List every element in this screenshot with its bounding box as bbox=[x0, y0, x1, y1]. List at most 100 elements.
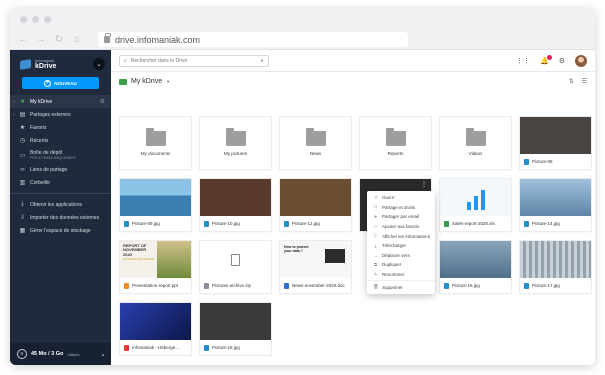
notification-badge bbox=[546, 54, 552, 60]
ppt-thumb-image bbox=[157, 241, 191, 278]
file-tile[interactable]: REPORT OF NOVEMBER 2020 ECONOMIC AND FIN… bbox=[120, 241, 191, 293]
sort-icon[interactable]: ⇅ bbox=[569, 78, 574, 85]
storage-indicator[interactable]: ≡ 45 Mo / 3 Go utilisés ▲ bbox=[10, 343, 111, 365]
new-button[interactable]: + NOUVEAU bbox=[22, 77, 99, 89]
folder-tile[interactable]: My documents bbox=[120, 117, 191, 169]
folder-tile[interactable]: Videos bbox=[440, 117, 511, 169]
chevron-right-icon[interactable]: › bbox=[13, 99, 15, 105]
zip-icon bbox=[231, 253, 240, 266]
forward-icon[interactable]: → bbox=[36, 34, 46, 45]
sidebar-item-get-apps[interactable]: ⤓ Obtenir les applications bbox=[10, 198, 111, 211]
breadcrumb[interactable]: My kDrive ▼ bbox=[119, 78, 170, 85]
sidebar-item-trash[interactable]: ▥ Corbeille bbox=[10, 176, 111, 189]
chart-bar-icon bbox=[473, 196, 478, 210]
folder-name: News bbox=[309, 150, 322, 156]
file-tile[interactable]: Picture-12.jpg bbox=[280, 179, 351, 231]
file-tile[interactable]: Pictures archive.zip bbox=[200, 241, 271, 293]
window-minimize-dot[interactable] bbox=[32, 15, 39, 23]
file-tile[interactable]: Picture-16.jpg bbox=[440, 241, 511, 293]
open-icon: ↗ bbox=[373, 194, 378, 200]
chevron-down-icon[interactable]: ▼ bbox=[260, 58, 264, 63]
file-name: Picture-10.jpg bbox=[212, 221, 240, 226]
menu-item-rename[interactable]: ✎ Renommer bbox=[367, 270, 435, 280]
window-maximize-dot[interactable] bbox=[44, 15, 51, 23]
presentation-file-icon bbox=[124, 282, 129, 289]
menu-item-duplicate[interactable]: ⧉ Dupliquer bbox=[367, 260, 435, 270]
apps-grid-icon[interactable]: ⋮⋮ bbox=[516, 57, 530, 65]
menu-item-add-favorites[interactable]: ☆ Ajouter aux favoris bbox=[367, 222, 435, 232]
plus-icon: + bbox=[44, 79, 52, 87]
search-icon: ⌕ bbox=[124, 57, 127, 64]
menu-item-share-email[interactable]: ➤ Partager par email bbox=[367, 212, 435, 222]
sidebar-item-dropbox[interactable]: ▭ Boîte de dépôt PRO & TEAM UNIQUEMENT bbox=[10, 147, 111, 163]
menu-item-label: Ajouter aux favoris bbox=[382, 224, 420, 230]
search-input[interactable]: ⌕ Rechercher dans le Drive ▼ bbox=[119, 54, 269, 67]
file-tile[interactable]: Picture-14.jpg bbox=[520, 179, 591, 231]
chevron-right-icon[interactable]: › bbox=[13, 112, 15, 118]
download-icon: ⤓ bbox=[21, 201, 24, 207]
share-icon: ⚇ bbox=[373, 204, 378, 210]
link-icon: ∞ bbox=[20, 166, 25, 173]
file-tile[interactable]: Sales-report-2020.xls bbox=[440, 179, 511, 231]
sidebar-item-my-kdrive[interactable]: › ■ My kDrive ⚙ bbox=[10, 95, 111, 108]
sidebar-item-favorites[interactable]: ★ Favoris bbox=[10, 121, 111, 134]
gear-icon[interactable]: ⚙ bbox=[100, 98, 105, 105]
new-button-label: NOUVEAU bbox=[54, 80, 77, 86]
sidebar-item-external-shares[interactable]: › ▤ Partages externes bbox=[10, 108, 111, 121]
avatar[interactable] bbox=[575, 54, 587, 67]
file-name: Picture-08 bbox=[532, 159, 553, 164]
file-name: Picture-09.jpg bbox=[132, 221, 160, 226]
file-tile[interactable]: How to protect your data ? News-november… bbox=[280, 241, 351, 293]
document-file-icon bbox=[284, 282, 289, 289]
file-name: Pictures archive.zip bbox=[212, 283, 252, 288]
chart-bar-icon bbox=[466, 202, 471, 210]
sidebar-item-import[interactable]: ⇩ Importer des données externes bbox=[10, 211, 111, 224]
folder-tile[interactable]: News bbox=[280, 117, 351, 169]
sidebar-item-label: Obtenir les applications bbox=[30, 201, 82, 208]
menu-item-move[interactable]: → Déplacer vers bbox=[367, 251, 435, 261]
back-icon[interactable]: ← bbox=[18, 34, 28, 45]
more-options-icon[interactable]: ⋮ bbox=[421, 181, 427, 188]
folder-tile[interactable]: Reports bbox=[360, 117, 431, 169]
folder-icon bbox=[385, 127, 406, 146]
chevron-down-icon[interactable]: ▼ bbox=[166, 79, 170, 84]
file-tile[interactable]: Picture-10.jpg bbox=[200, 179, 271, 231]
folder-name: Videos bbox=[468, 150, 483, 156]
sidebar-item-label: Importer des données externes bbox=[30, 214, 100, 221]
image-file-icon bbox=[524, 158, 529, 165]
ppt-thumb-title: REPORT OF NOVEMBER 2020 bbox=[123, 243, 147, 257]
file-name: Presentation-report.ppt bbox=[132, 283, 179, 288]
chevron-down-icon[interactable]: ⌄ bbox=[93, 58, 105, 70]
file-thumbnail: How to protect your data ? bbox=[280, 241, 351, 278]
gear-icon[interactable]: ⚙ bbox=[559, 57, 565, 65]
file-thumbnail: REPORT OF NOVEMBER 2020 ECONOMIC AND FIN… bbox=[120, 241, 191, 278]
storage-used-label: utilisés bbox=[67, 351, 80, 357]
list-view-icon[interactable]: ☰ bbox=[582, 78, 587, 85]
menu-item-share-rights[interactable]: ⚇ Partage et droits bbox=[367, 203, 435, 213]
file-tile[interactable]: Picture-18.jpg bbox=[200, 303, 271, 355]
sidebar-item-share-links[interactable]: ∞ Liens de partage bbox=[10, 163, 111, 176]
window-close-dot[interactable] bbox=[20, 15, 27, 23]
folder-tile[interactable]: My pictures bbox=[200, 117, 271, 169]
sidebar-item-recent[interactable]: ◷ Récents bbox=[10, 134, 111, 147]
file-thumbnail bbox=[120, 179, 191, 216]
chevron-up-icon[interactable]: ▲ bbox=[101, 352, 105, 357]
menu-item-info[interactable]: ⓘ Afficher les informations bbox=[367, 231, 435, 241]
menu-item-download[interactable]: ⤓ Télécharger bbox=[367, 241, 435, 251]
url-field[interactable]: drive.infomaniak.com bbox=[98, 32, 408, 47]
clock-icon: ◷ bbox=[19, 138, 26, 144]
file-tile[interactable]: Picture-17.jpg bbox=[520, 241, 591, 293]
file-tile[interactable]: Infomaniak - Héberge... bbox=[120, 303, 191, 355]
menu-item-open[interactable]: ↗ Ouvrir bbox=[367, 193, 435, 203]
image-file-icon bbox=[524, 282, 529, 289]
file-tile[interactable]: Picture-09.jpg bbox=[120, 179, 191, 231]
menu-item-delete[interactable]: 🗑 Supprimer bbox=[367, 282, 435, 292]
menu-item-label: Ouvrir bbox=[382, 195, 395, 201]
brand-company: infomaniak bbox=[35, 57, 55, 63]
context-menu: ↗ Ouvrir ⚇ Partage et droits ➤ Partager par… bbox=[367, 191, 435, 294]
home-icon[interactable]: ⌂ bbox=[72, 34, 82, 45]
bell-icon[interactable]: 🔔 bbox=[540, 54, 552, 65]
sidebar-item-storage[interactable]: ▦ Gérer l'espace de stockage bbox=[10, 224, 111, 237]
file-tile[interactable]: Picture-08 bbox=[520, 117, 591, 169]
reload-icon[interactable]: ↻ bbox=[54, 34, 64, 45]
